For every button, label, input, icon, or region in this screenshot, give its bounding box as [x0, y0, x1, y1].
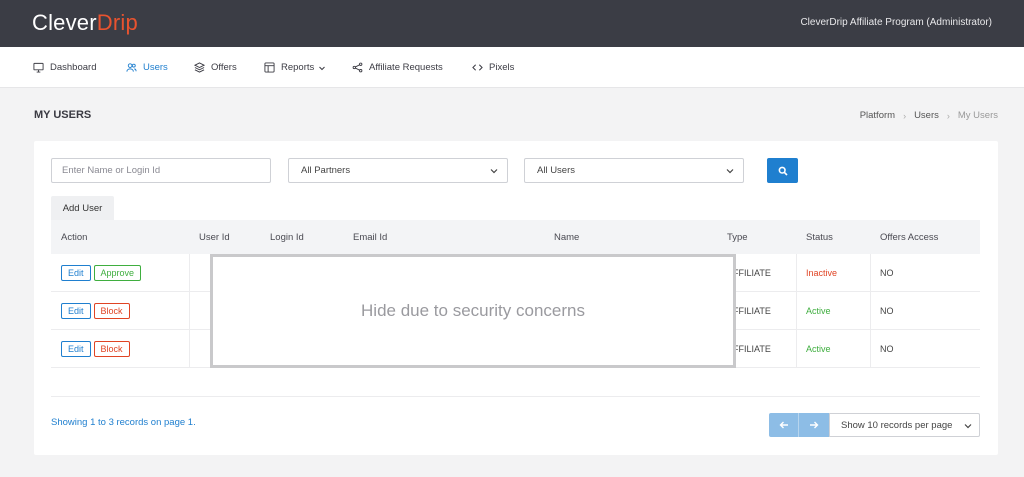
code-icon: [472, 64, 483, 71]
records-per-page-select[interactable]: Show 10 records per page: [829, 413, 980, 437]
column-header-status: Status: [806, 231, 833, 243]
edit-button[interactable]: Edit: [61, 303, 91, 319]
nav-label: Users: [143, 62, 168, 73]
chevron-down-icon: [490, 169, 498, 174]
nav-label: Offers: [211, 62, 237, 73]
layout-icon: [264, 62, 275, 73]
nav-label: Pixels: [489, 62, 515, 73]
nav-item-affiliate-requests[interactable]: Affiliate Requests: [352, 47, 443, 88]
column-divider: [796, 292, 797, 330]
nav-item-users[interactable]: Users: [126, 47, 168, 88]
edit-button[interactable]: Edit: [61, 265, 91, 281]
offers-access-cell: NO: [880, 306, 894, 316]
share-icon: [352, 62, 363, 73]
users-select-value: All Users: [537, 165, 576, 176]
nav-label: Affiliate Requests: [369, 62, 443, 73]
nav-label: Dashboard: [50, 62, 97, 73]
column-header-type: Type: [727, 231, 748, 243]
column-divider: [796, 330, 797, 368]
column-divider: [870, 292, 871, 330]
column-divider: [189, 330, 190, 368]
status-cell: Active: [806, 344, 831, 354]
chevron-down-icon: [964, 424, 972, 429]
partners-select-value: All Partners: [301, 165, 351, 176]
action-cell: Edit Block: [61, 330, 133, 368]
status-cell: Inactive: [806, 268, 838, 278]
monitor-icon: [33, 62, 44, 73]
nav-label: Reports: [281, 62, 315, 73]
chevron-down-icon: [319, 66, 326, 70]
edit-button[interactable]: Edit: [61, 341, 91, 357]
column-header-action: Action: [61, 231, 88, 243]
partners-select[interactable]: All Partners: [288, 158, 508, 183]
column-header-offers-access: Offers Access: [880, 231, 939, 243]
block-button[interactable]: Block: [93, 341, 130, 357]
column-divider: [796, 254, 797, 292]
chevron-down-icon: [726, 169, 734, 174]
redaction-overlay: Hide due to security concerns: [210, 254, 736, 368]
nav-item-pixels[interactable]: Pixels: [472, 47, 514, 88]
next-page-button[interactable]: [799, 413, 829, 437]
divider: [51, 396, 980, 397]
nav-item-dashboard[interactable]: Dashboard: [33, 47, 96, 88]
logo[interactable]: CleverDrip: [32, 10, 138, 36]
approve-button[interactable]: Approve: [93, 265, 142, 281]
breadcrumb-users[interactable]: Users: [914, 110, 939, 121]
action-cell: Edit Block: [61, 292, 133, 330]
users-card: All Partners All Users Add User Action U…: [34, 141, 998, 455]
block-button[interactable]: Block: [93, 303, 130, 319]
previous-page-button[interactable]: [769, 413, 799, 437]
nav-item-offers[interactable]: Offers: [194, 47, 237, 88]
column-divider: [189, 292, 190, 330]
chevron-right-icon: ›: [903, 110, 907, 121]
column-divider: [870, 254, 871, 292]
users-table: Action User Id Login Id Email Id Name Ty…: [51, 220, 980, 368]
column-header-name: Name: [554, 231, 580, 243]
column-header-login-id: Login Id: [270, 231, 304, 243]
column-divider: [189, 254, 190, 292]
records-per-page-value: Show 10 records per page: [841, 419, 953, 431]
page-title: MY USERS: [34, 109, 92, 121]
search-button[interactable]: [767, 158, 798, 183]
search-input[interactable]: [51, 158, 271, 183]
table-header: Action User Id Login Id Email Id Name Ty…: [51, 220, 980, 254]
status-cell: Active: [806, 306, 831, 316]
breadcrumb-platform[interactable]: Platform: [860, 110, 895, 121]
pagination: [769, 413, 829, 437]
arrow-left-icon: [779, 421, 788, 429]
column-header-user-id: User Id: [199, 231, 230, 243]
breadcrumb-my-users: My Users: [957, 110, 998, 121]
search-icon: [778, 166, 788, 176]
records-summary: Showing 1 to 3 records on page 1.: [51, 417, 196, 428]
top-bar: CleverDrip CleverDrip Affiliate Program …: [0, 0, 1024, 47]
logo-text-main: Clever: [32, 10, 97, 35]
logo-text-accent: Drip: [96, 10, 138, 35]
offers-access-cell: NO: [880, 344, 894, 354]
users-select[interactable]: All Users: [524, 158, 744, 183]
program-title: CleverDrip Affiliate Program (Administra…: [800, 17, 992, 28]
arrow-right-icon: [810, 421, 819, 429]
nav-item-reports[interactable]: Reports: [264, 47, 326, 88]
chevron-right-icon: ›: [946, 110, 950, 121]
column-divider: [870, 330, 871, 368]
breadcrumb: Platform › Users › My Users: [860, 110, 998, 121]
layers-icon: [194, 62, 205, 73]
users-icon: [126, 63, 137, 72]
offers-access-cell: NO: [880, 268, 894, 278]
action-cell: Edit Approve: [61, 254, 144, 292]
tab-add-user[interactable]: Add User: [51, 196, 114, 220]
column-header-email-id: Email Id: [353, 231, 388, 243]
main-nav: Dashboard Users Offers Reports Affiliate…: [0, 47, 1024, 88]
